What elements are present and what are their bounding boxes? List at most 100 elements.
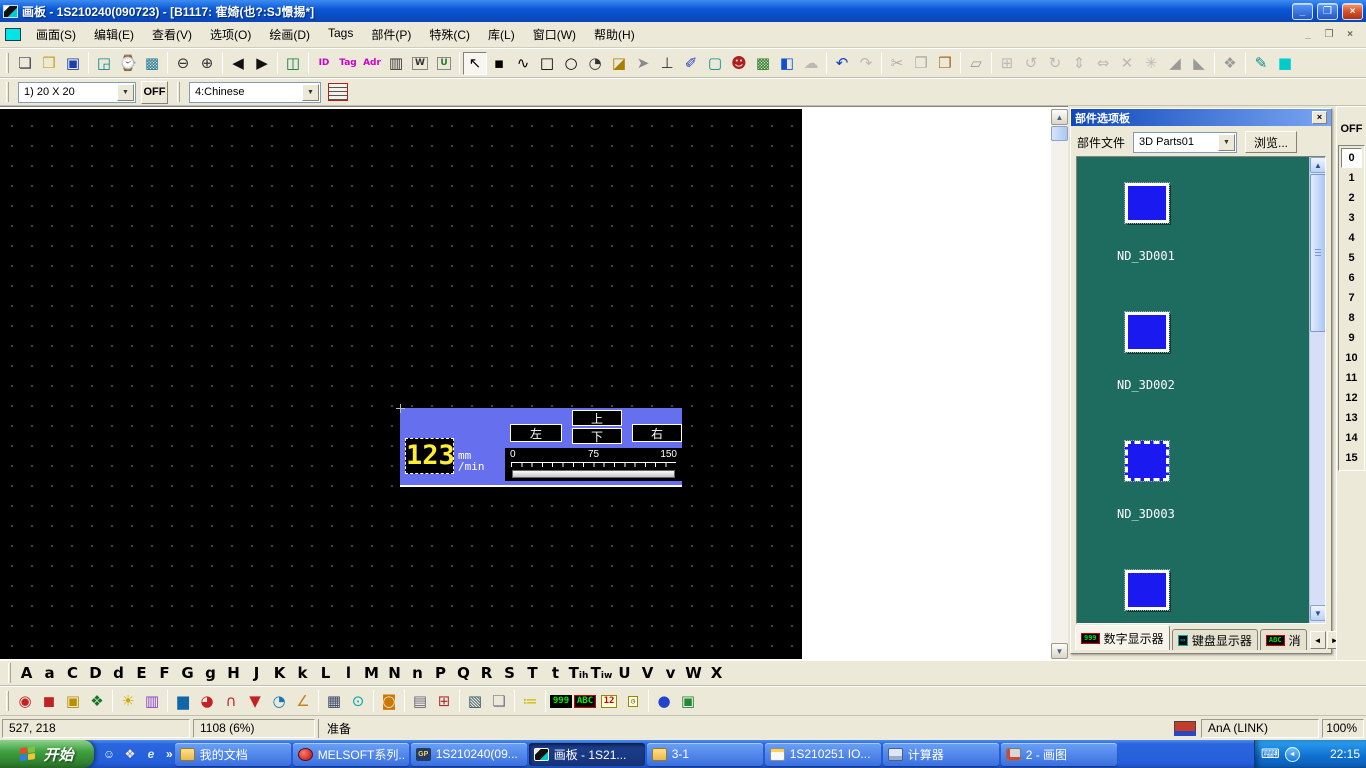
pie-graph-icon[interactable]: ◕ — [195, 690, 219, 713]
go-switch-icon[interactable]: ❖ — [85, 690, 109, 713]
shrink-icon[interactable]: ✕ — [1115, 52, 1139, 75]
square-switch-icon[interactable]: ◼ — [37, 690, 61, 713]
scroll-up-icon[interactable]: ▲ — [1310, 157, 1326, 173]
ascii-display-part-icon[interactable]: ABC — [573, 690, 597, 713]
eraser-icon[interactable]: ▱ — [964, 52, 988, 75]
text-style-S[interactable]: S — [498, 664, 521, 682]
task-MELSOFT系列...[interactable]: MELSOFT系列... — [293, 743, 409, 766]
text-style-k[interactable]: k — [291, 664, 314, 682]
state-11[interactable]: 11 — [1339, 368, 1364, 388]
zoom-out-icon[interactable]: ⊖ — [171, 52, 195, 75]
parts-palette-titlebar[interactable]: 部件选项板 × — [1071, 109, 1331, 126]
address-list-icon[interactable]: Adr — [360, 52, 384, 75]
slider-meter-icon[interactable]: ∠ — [291, 690, 315, 713]
scale-draw-icon[interactable]: ⊥ — [655, 52, 679, 75]
menu-item-10[interactable]: 帮助(H) — [585, 22, 644, 47]
menu-item-8[interactable]: 库(L) — [479, 22, 524, 47]
text-style-N[interactable]: N — [383, 664, 406, 682]
arc-draw-icon[interactable]: ◔ — [583, 52, 607, 75]
fill-draw-icon[interactable]: ◪ — [607, 52, 631, 75]
scroll-up-icon[interactable]: ▲ — [1051, 109, 1068, 125]
state-15[interactable]: 15 — [1339, 448, 1364, 468]
task-1S210251 IO...[interactable]: 1S210251 IO... — [765, 743, 881, 766]
tag-list-icon[interactable]: Tag — [336, 52, 360, 75]
up-button-part[interactable]: 上 — [572, 410, 622, 426]
part-thumbnail[interactable] — [1125, 570, 1169, 610]
left-button-part[interactable]: 左 — [510, 424, 562, 442]
part-item-ND_3D002[interactable]: ND_3D002 — [1125, 312, 1285, 392]
text-style-l[interactable]: l — [337, 664, 360, 682]
state-6[interactable]: 6 — [1339, 268, 1364, 288]
menu-item-7[interactable]: 特殊(C) — [420, 22, 479, 47]
library-3d-icon[interactable]: ◧ — [775, 52, 799, 75]
screen-preview-icon[interactable]: ▩ — [140, 52, 164, 75]
text-style-P[interactable]: P — [429, 664, 452, 682]
chevron-down-icon[interactable]: ▼ — [302, 84, 319, 101]
off-state-button[interactable]: OFF — [141, 81, 168, 104]
state-8[interactable]: 8 — [1339, 308, 1364, 328]
scroll-down-icon[interactable]: ▼ — [1310, 605, 1326, 621]
restore-button[interactable]: ❐ — [1317, 3, 1338, 20]
state-14[interactable]: 14 — [1339, 428, 1364, 448]
text-style-Tiw[interactable]: Tiw — [590, 664, 613, 682]
switch-button-icon[interactable]: ◉ — [13, 690, 37, 713]
messenger-icon[interactable]: ☺ — [101, 746, 117, 762]
keypad-icon[interactable]: ▦ — [322, 690, 346, 713]
date-display-part-icon[interactable]: 12 — [597, 690, 621, 713]
mdi-minimize-button[interactable]: _ — [1299, 27, 1317, 42]
state-off-label[interactable]: OFF — [1337, 123, 1366, 135]
state-0[interactable]: 0 — [1341, 148, 1362, 168]
task-2 - 画图[interactable]: 2 - 画图 — [1001, 743, 1117, 766]
arrow-shape-icon[interactable]: ➤ — [631, 52, 655, 75]
scrollbar-thumb[interactable] — [1051, 126, 1068, 141]
parts-display-icon[interactable]: ● — [652, 690, 676, 713]
menu-item-4[interactable]: 绘画(D) — [260, 22, 319, 47]
text-style-v[interactable]: v — [659, 664, 682, 682]
text-style-X[interactable]: X — [705, 664, 728, 682]
part-item-unlabeled[interactable] — [1125, 570, 1285, 610]
id-list-icon[interactable]: ID — [312, 52, 336, 75]
shape-library-icon[interactable]: ☁ — [799, 52, 823, 75]
quick-launch-more-icon[interactable]: » — [166, 747, 173, 761]
mdi-close-button[interactable]: × — [1341, 27, 1359, 42]
device-check-icon[interactable]: ✎ — [1249, 52, 1273, 75]
down-button-part[interactable]: 下 — [572, 428, 622, 444]
color-fill-icon[interactable]: ■ — [1273, 52, 1297, 75]
hmi-widget-group[interactable]: 123 mm /min 左 上 下 右 0 75 150 — [400, 408, 682, 485]
mdi-restore-button[interactable]: ❐ — [1320, 27, 1338, 42]
panel-meter-icon[interactable]: ◔ — [267, 690, 291, 713]
chevron-down-icon[interactable]: ▼ — [1218, 134, 1235, 151]
scrollbar-thumb[interactable] — [1310, 174, 1326, 332]
part-item-ND_3D003[interactable]: ND_3D003 — [1125, 441, 1285, 521]
text-style-V[interactable]: V — [636, 664, 659, 682]
start-button[interactable]: 开始 — [0, 740, 94, 768]
alarm-clock-icon[interactable]: ⌚ — [116, 52, 140, 75]
ie-icon[interactable]: e — [143, 746, 159, 762]
text-style-C[interactable]: C — [61, 664, 84, 682]
parts-list-scrollbar[interactable]: ▲ ▼ — [1309, 157, 1325, 623]
task-1S210240(09...[interactable]: GP1S210240(09... — [411, 743, 527, 766]
menu-item-2[interactable]: 查看(V) — [143, 22, 201, 47]
text-style-A[interactable]: A — [15, 664, 38, 682]
text-style-R[interactable]: R — [475, 664, 498, 682]
toolbar-grip[interactable] — [6, 53, 9, 73]
enlarge-icon[interactable]: ✳ — [1139, 52, 1163, 75]
menu-item-5[interactable]: Tags — [319, 22, 362, 47]
zoom-in-icon[interactable]: ⊕ — [195, 52, 219, 75]
task-我的文档[interactable]: 我的文档 — [175, 743, 291, 766]
rotate-cw-icon[interactable]: ↻ — [1043, 52, 1067, 75]
toolbar-grip[interactable] — [6, 82, 9, 102]
text-style-a[interactable]: a — [38, 664, 61, 682]
state-12[interactable]: 12 — [1339, 388, 1364, 408]
previous-screen-icon[interactable]: ◀ — [226, 52, 250, 75]
comment-list-part-icon[interactable]: ≔ — [518, 690, 542, 713]
state-7[interactable]: 7 — [1339, 288, 1364, 308]
state-5[interactable]: 5 — [1339, 248, 1364, 268]
part-thumbnail[interactable] — [1125, 441, 1169, 481]
funnel-graph-icon[interactable]: ▼ — [243, 690, 267, 713]
multi-lamp-icon[interactable]: ▥ — [140, 690, 164, 713]
text-style-M[interactable]: M — [360, 664, 383, 682]
task-3-1[interactable]: 3-1 — [647, 743, 763, 766]
palette-close-icon[interactable]: × — [1312, 111, 1327, 124]
state-13[interactable]: 13 — [1339, 408, 1364, 428]
